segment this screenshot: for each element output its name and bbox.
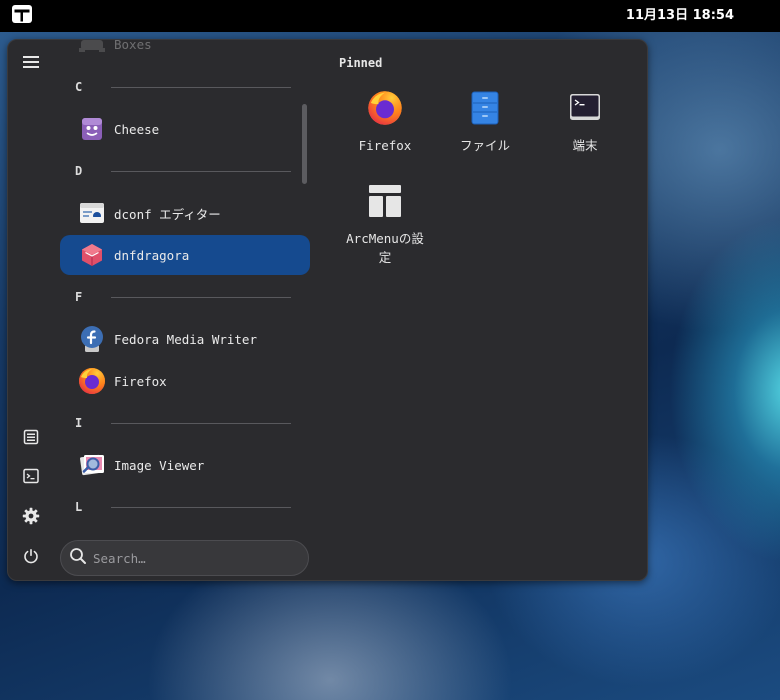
search-input[interactable] — [93, 550, 283, 566]
pinned-item-files[interactable]: ファイル — [439, 80, 531, 170]
gear-icon — [22, 507, 40, 529]
dnfdragora-icon — [78, 241, 106, 269]
settings-button[interactable] — [16, 503, 46, 533]
power-icon — [23, 548, 39, 568]
search-icon — [69, 547, 87, 569]
search-box[interactable] — [60, 540, 309, 576]
divider — [111, 297, 291, 298]
app-item-dconf-editor[interactable]: dconf エディター — [60, 193, 310, 233]
group-header-c: C — [75, 77, 291, 97]
document-icon — [23, 429, 39, 449]
files-icon — [467, 90, 503, 126]
divider — [111, 171, 291, 172]
dconf-editor-icon — [78, 199, 106, 227]
terminal-icon — [23, 468, 39, 488]
divider — [111, 87, 291, 88]
firefox-icon — [367, 90, 403, 126]
clock[interactable]: 11月13日 18:54 — [0, 0, 780, 32]
arcmenu-panel: Boxes C Cheese D dconf エディター dnfdragora … — [7, 39, 648, 581]
divider — [111, 423, 291, 424]
divider — [111, 507, 291, 508]
app-item-image-viewer[interactable]: Image Viewer — [60, 445, 310, 485]
app-list-scrollbar[interactable] — [302, 104, 307, 184]
boxes-icon — [78, 40, 106, 58]
app-item-dnfdragora[interactable]: dnfdragora — [60, 235, 310, 275]
pinned-heading: Pinned — [339, 56, 383, 70]
documents-button[interactable] — [16, 424, 46, 454]
terminal-icon — [567, 90, 603, 126]
arcmenu-settings-icon — [367, 183, 403, 219]
fedora-media-writer-icon — [78, 325, 106, 353]
group-header-d: D — [75, 161, 291, 181]
pinned-item-arcmenu-settings[interactable]: ArcMenuの設定 — [339, 173, 431, 273]
terminal-button[interactable] — [16, 463, 46, 493]
firefox-icon — [78, 367, 106, 395]
app-item-fedora-media-writer[interactable]: Fedora Media Writer — [60, 319, 310, 359]
pinned-item-firefox[interactable]: Firefox — [339, 80, 431, 170]
group-header-f: F — [75, 287, 291, 307]
image-viewer-icon — [78, 451, 106, 479]
pinned-item-terminal[interactable]: 端末 — [539, 80, 631, 170]
group-header-l: L — [75, 497, 291, 517]
group-header-i: I — [75, 413, 291, 433]
menu-icon — [23, 54, 39, 73]
hamburger-menu-button[interactable] — [16, 48, 46, 78]
list-item-partial[interactable]: Boxes — [60, 40, 310, 64]
app-item-firefox[interactable]: Firefox — [60, 361, 310, 401]
application-list[interactable]: Boxes C Cheese D dconf エディター dnfdragora … — [60, 40, 310, 530]
cheese-icon — [78, 115, 106, 143]
power-button[interactable] — [16, 543, 46, 573]
app-item-cheese[interactable]: Cheese — [60, 109, 310, 149]
top-bar: 11月13日 18:54 — [0, 0, 780, 32]
